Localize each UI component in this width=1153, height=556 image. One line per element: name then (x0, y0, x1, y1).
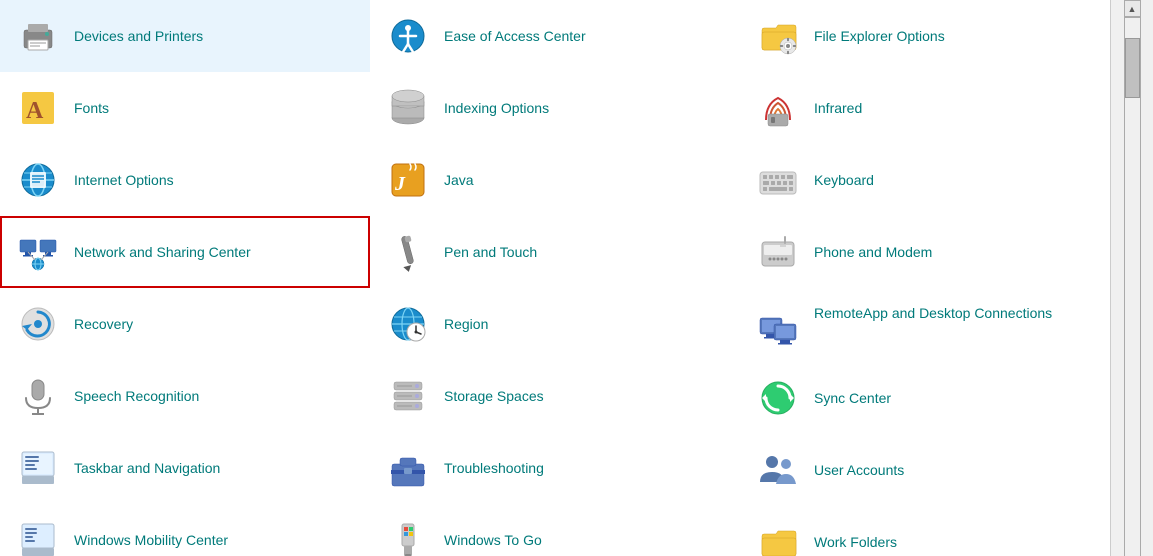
storage-icon (384, 372, 432, 420)
java-label: Java (444, 171, 474, 189)
region-label: Region (444, 315, 488, 333)
remote-icon (754, 304, 802, 352)
user-accounts-label: User Accounts (814, 461, 904, 479)
item-devices-printers[interactable]: Devices and Printers (0, 0, 370, 72)
item-remoteapp[interactable]: RemoteApp and Desktop Connections (740, 288, 1110, 362)
ease-icon (384, 12, 432, 60)
item-storage-spaces[interactable]: Storage Spaces (370, 360, 740, 432)
item-troubleshooting[interactable]: Troubleshooting (370, 432, 740, 504)
control-panel-grid: Devices and Printers A Fonts (0, 0, 1153, 556)
fonts-icon: A (14, 84, 62, 132)
column-2: Ease of Access Center Indexing Options (370, 0, 740, 556)
item-java[interactable]: J Java (370, 144, 740, 216)
work-folders-label: Work Folders (814, 533, 897, 551)
keyboard-label: Keyboard (814, 171, 874, 189)
item-pen-touch[interactable]: Pen and Touch (370, 216, 740, 288)
taskbar-icon (14, 444, 62, 492)
ease-of-access-label: Ease of Access Center (444, 27, 586, 45)
printer-icon (14, 12, 62, 60)
recovery-label: Recovery (74, 315, 133, 333)
pen-icon (384, 228, 432, 276)
item-internet-options[interactable]: Internet Options (0, 144, 370, 216)
infrared-label: Infrared (814, 99, 862, 117)
network-sharing-label: Network and Sharing Center (74, 243, 251, 261)
scrollbar-thumb[interactable] (1125, 38, 1140, 98)
troubleshooting-label: Troubleshooting (444, 459, 544, 477)
wintogo-icon (384, 516, 432, 556)
item-speech-recognition[interactable]: Speech Recognition (0, 360, 370, 432)
item-sync-center[interactable]: Sync Center (740, 362, 1110, 434)
item-indexing[interactable]: Indexing Options (370, 72, 740, 144)
keyboard-icon (754, 156, 802, 204)
troubleshoot-icon (384, 444, 432, 492)
devices-printers-label: Devices and Printers (74, 27, 203, 45)
item-user-accounts[interactable]: User Accounts (740, 434, 1110, 506)
indexing-label: Indexing Options (444, 99, 549, 117)
windows-to-go-label: Windows To Go (444, 531, 542, 549)
sync-center-label: Sync Center (814, 389, 891, 407)
remoteapp-label: RemoteApp and Desktop Connections (814, 304, 1052, 322)
fileexplorer-icon (754, 12, 802, 60)
indexing-icon (384, 84, 432, 132)
windows-mobility-label: Windows Mobility Center (74, 531, 228, 549)
item-work-folders[interactable]: Work Folders (740, 506, 1110, 556)
infrared-icon (754, 84, 802, 132)
item-network-sharing[interactable]: Network and Sharing Center (0, 216, 370, 288)
fonts-label: Fonts (74, 99, 109, 117)
item-infrared[interactable]: Infrared (740, 72, 1110, 144)
item-windows-to-go[interactable]: Windows To Go (370, 504, 740, 556)
item-fonts[interactable]: A Fonts (0, 72, 370, 144)
item-region[interactable]: Region (370, 288, 740, 360)
column-3: File Explorer Options Infrared (740, 0, 1110, 556)
item-keyboard[interactable]: Keyboard (740, 144, 1110, 216)
item-taskbar[interactable]: Taskbar and Navigation (0, 432, 370, 504)
network-icon (14, 228, 62, 276)
scroll-up-button[interactable]: ▲ (1124, 0, 1141, 17)
column-1: Devices and Printers A Fonts (0, 0, 370, 556)
workfolders-icon (754, 518, 802, 556)
internet-icon (14, 156, 62, 204)
taskbar-label: Taskbar and Navigation (74, 459, 220, 477)
svg-text:J: J (394, 173, 406, 195)
storage-spaces-label: Storage Spaces (444, 387, 544, 405)
item-ease-of-access[interactable]: Ease of Access Center (370, 0, 740, 72)
pen-touch-label: Pen and Touch (444, 243, 537, 261)
speech-recognition-label: Speech Recognition (74, 387, 199, 405)
internet-options-label: Internet Options (74, 171, 174, 189)
item-recovery[interactable]: Recovery (0, 288, 370, 360)
phone-icon (754, 228, 802, 276)
scrollbar: ▲ ▼ (1110, 0, 1153, 556)
mobility-icon (14, 516, 62, 556)
speech-icon (14, 372, 62, 420)
svg-text:A: A (26, 98, 44, 124)
users-icon (754, 446, 802, 494)
recovery-icon (14, 300, 62, 348)
item-windows-mobility[interactable]: Windows Mobility Center (0, 504, 370, 556)
java-icon: J (384, 156, 432, 204)
item-file-explorer[interactable]: File Explorer Options (740, 0, 1110, 72)
phone-modem-label: Phone and Modem (814, 243, 932, 261)
item-phone-modem[interactable]: Phone and Modem (740, 216, 1110, 288)
region-icon (384, 300, 432, 348)
scrollbar-track[interactable] (1124, 17, 1141, 556)
sync-icon (754, 374, 802, 422)
file-explorer-label: File Explorer Options (814, 27, 945, 45)
